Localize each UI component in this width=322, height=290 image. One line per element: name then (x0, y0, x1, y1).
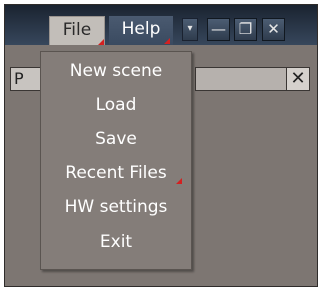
restore-button[interactable]: ❐ (234, 18, 257, 41)
restore-icon: ❐ (238, 20, 253, 38)
panel-tab[interactable]: P (10, 67, 42, 91)
menu-item-label: Save (95, 129, 137, 149)
panel-header (195, 67, 291, 91)
menu-item-exit[interactable]: Exit (41, 227, 191, 257)
menu-item-label: HW settings (64, 197, 168, 217)
submenu-arrow-icon (176, 178, 182, 184)
menu-item-recent-files[interactable]: Recent Files (41, 158, 191, 188)
file-dropdown-menu: New scene Load Save Recent Files HW sett… (40, 51, 192, 270)
menu-item-new-scene[interactable]: New scene (41, 56, 191, 86)
menu-help-label: Help (121, 19, 161, 39)
title-bar: File Help ▾ — ❐ ✕ (5, 5, 317, 45)
menu-item-label: Exit (99, 232, 133, 252)
menu-file-label: File (62, 20, 92, 40)
close-icon: ✕ (267, 20, 280, 38)
menu-item-load[interactable]: Load (41, 90, 191, 120)
minimize-icon: — (211, 20, 226, 38)
close-button[interactable]: ✕ (262, 18, 285, 41)
submenu-indicator-icon (164, 38, 170, 44)
menu-item-label: Load (95, 95, 137, 115)
chevron-down-icon: ▾ (187, 23, 193, 34)
panel-tab-label: P (14, 69, 24, 88)
menu-item-hw-settings[interactable]: HW settings (41, 192, 191, 222)
panel-close-button[interactable]: ✕ (286, 67, 310, 91)
menu-help[interactable]: Help (109, 16, 173, 45)
minimize-button[interactable]: — (207, 18, 230, 41)
submenu-indicator-icon (98, 39, 104, 45)
close-icon: ✕ (290, 68, 306, 89)
menu-item-label: Recent Files (65, 163, 167, 183)
menu-file[interactable]: File (49, 16, 105, 45)
window-menu-dropdown-button[interactable]: ▾ (182, 18, 198, 41)
menu-item-label: New scene (69, 61, 163, 81)
menu-item-save[interactable]: Save (41, 124, 191, 154)
